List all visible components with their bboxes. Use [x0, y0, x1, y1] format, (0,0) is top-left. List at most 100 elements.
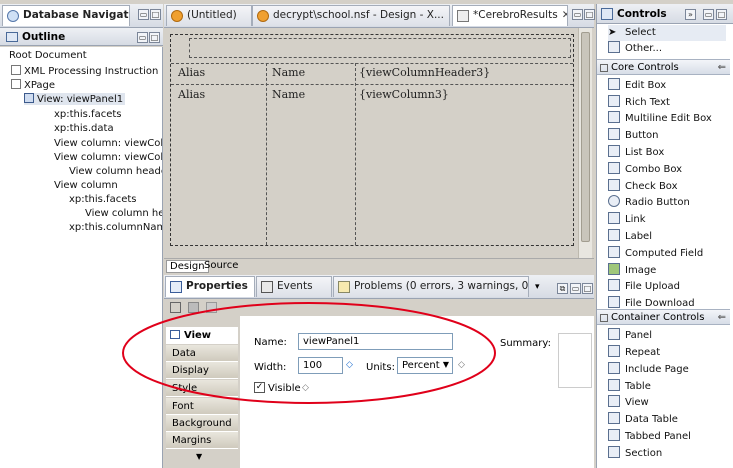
highlight-ellipse: [122, 302, 496, 404]
control-section[interactable]: Section: [608, 446, 662, 462]
column-divider: [355, 63, 356, 245]
design-canvas[interactable]: Alias Name {viewColumnHeader3} Alias Nam…: [164, 28, 594, 258]
tree-item[interactable]: xp:this.columnName: [69, 222, 162, 233]
bottom-open-icon[interactable]: ⧉: [557, 283, 568, 294]
panel-icon: [608, 328, 620, 340]
control-link[interactable]: Link: [608, 212, 645, 228]
control-radio-button[interactable]: Radio Button: [608, 195, 690, 211]
view-panel-frame[interactable]: Alias Name {viewColumnHeader3} Alias Nam…: [170, 34, 574, 246]
edit-box-icon: [608, 78, 620, 90]
control-select[interactable]: ➤ Select: [608, 25, 726, 41]
control-computed-field[interactable]: Computed Field: [608, 246, 703, 262]
tree-item[interactable]: xp:this.data: [54, 123, 114, 134]
control-include-page[interactable]: Include Page: [608, 362, 689, 378]
summary-label: Summary:: [500, 338, 551, 349]
outline-maximize-icon[interactable]: □: [149, 32, 160, 43]
vtab-margins[interactable]: Margins: [166, 432, 238, 449]
tree-item[interactable]: Root Document: [9, 50, 87, 61]
view-icon: [24, 93, 34, 103]
maximize-icon[interactable]: □: [150, 9, 161, 20]
label-icon: [608, 229, 620, 241]
collapse-icon[interactable]: ⇐: [718, 60, 726, 76]
column-alias[interactable]: Alias: [178, 88, 205, 101]
control-rich-text[interactable]: Rich Text: [608, 95, 670, 111]
controls-menu-icon[interactable]: »: [685, 9, 696, 20]
control-repeat[interactable]: Repeat: [608, 345, 660, 361]
section-icon: [608, 446, 620, 458]
xpage-tab-icon: [171, 10, 183, 22]
tree-item[interactable]: XML Processing Instruction: [11, 65, 158, 77]
control-edit-box[interactable]: Edit Box: [608, 78, 666, 94]
tree-item-selected[interactable]: View: viewPanel1: [24, 93, 126, 105]
xml-icon: [11, 65, 21, 75]
editor-bottom-tabs: Design Source: [164, 258, 594, 273]
view-icon: [608, 395, 620, 407]
tab-events[interactable]: Events: [256, 276, 332, 297]
column-3[interactable]: {viewColumn3}: [359, 88, 449, 101]
tree-item[interactable]: View column: viewColum: [54, 138, 162, 149]
bottom-maximize-icon[interactable]: □: [582, 283, 593, 294]
collapse-icon[interactable]: ⇐: [718, 310, 726, 326]
control-tabbed-panel[interactable]: Tabbed Panel: [608, 429, 691, 445]
tree-item[interactable]: xp:this.facets: [54, 109, 122, 120]
pointer-icon: ➤: [608, 27, 617, 38]
control-multiline-edit-box[interactable]: Multiline Edit Box: [608, 111, 712, 127]
other-icon: [608, 41, 620, 53]
control-image[interactable]: Image: [608, 263, 656, 279]
core-controls-header[interactable]: Core Controls ⇐: [597, 59, 730, 75]
editor-minimize-icon[interactable]: ▭: [572, 9, 583, 20]
tree-item[interactable]: View column: viewColum: [54, 152, 162, 163]
control-file-upload[interactable]: File Upload: [608, 279, 680, 295]
control-list-box[interactable]: List Box: [608, 145, 664, 161]
column-header-3[interactable]: {viewColumnHeader3}: [359, 66, 490, 79]
column-header-alias[interactable]: Alias: [178, 66, 205, 79]
control-button[interactable]: Button: [608, 128, 659, 144]
tab-properties[interactable]: Properties: [165, 276, 255, 297]
outline-minimize-icon[interactable]: ▭: [137, 32, 148, 43]
tab-cerebro-results[interactable]: *CerebroResults✕: [452, 5, 568, 26]
tree-item[interactable]: View column head: [85, 208, 162, 219]
column-header-name[interactable]: Name: [272, 66, 305, 79]
control-table[interactable]: Table: [608, 379, 651, 395]
vtab-background[interactable]: Background: [166, 415, 238, 432]
tab-problems[interactable]: Problems (0 errors, 3 warnings, 0 o...: [333, 276, 529, 297]
control-data-table[interactable]: Data Table: [608, 412, 678, 428]
control-label[interactable]: Label: [608, 229, 652, 245]
view-menu-icon[interactable]: ▾: [535, 282, 540, 292]
bottom-minimize-icon[interactable]: ▭: [570, 283, 581, 294]
tree-item[interactable]: View column: [54, 180, 118, 191]
minimize-icon[interactable]: ▭: [138, 9, 149, 20]
editor-maximize-icon[interactable]: □: [584, 9, 595, 20]
tab-source-mode[interactable]: Source: [201, 260, 241, 271]
xpage-tab-icon: [257, 10, 269, 22]
control-view[interactable]: View: [608, 395, 649, 411]
tab-untitled[interactable]: (Untitled): [166, 5, 252, 26]
tree-item[interactable]: XPage: [11, 79, 55, 91]
column-name[interactable]: Name: [272, 88, 305, 101]
tree-item[interactable]: xp:this.facets: [69, 194, 137, 205]
controls-minimize-icon[interactable]: ▭: [703, 9, 714, 20]
combo-box-icon: [608, 162, 620, 174]
container-icon: [600, 314, 608, 322]
control-panel[interactable]: Panel: [608, 328, 652, 344]
vtab-scroll-down-icon[interactable]: ▼: [196, 452, 202, 461]
scroll-thumb[interactable]: [581, 32, 590, 242]
tab-design[interactable]: decrypt\school.nsf - Design - X...: [252, 5, 450, 26]
tab-database-navigator[interactable]: Database Navigator: [2, 5, 130, 26]
container-controls-header[interactable]: Container Controls ⇐: [597, 309, 730, 325]
control-other[interactable]: Other...: [608, 41, 662, 57]
list-box-icon: [608, 145, 620, 157]
control-check-box[interactable]: Check Box: [608, 179, 678, 195]
editor-scrollbar[interactable]: [578, 28, 592, 258]
summary-field[interactable]: [558, 333, 592, 388]
controls-maximize-icon[interactable]: □: [716, 9, 727, 20]
xpage-icon: [11, 79, 21, 89]
header-row-line: [171, 63, 573, 64]
control-combo-box[interactable]: Combo Box: [608, 162, 682, 178]
events-icon: [261, 281, 273, 293]
close-icon[interactable]: ✕: [562, 9, 567, 21]
tree-item[interactable]: View column header:: [69, 166, 162, 177]
computed-field-icon: [608, 246, 620, 258]
check-box-icon: [608, 179, 620, 191]
button-icon: [608, 128, 620, 140]
